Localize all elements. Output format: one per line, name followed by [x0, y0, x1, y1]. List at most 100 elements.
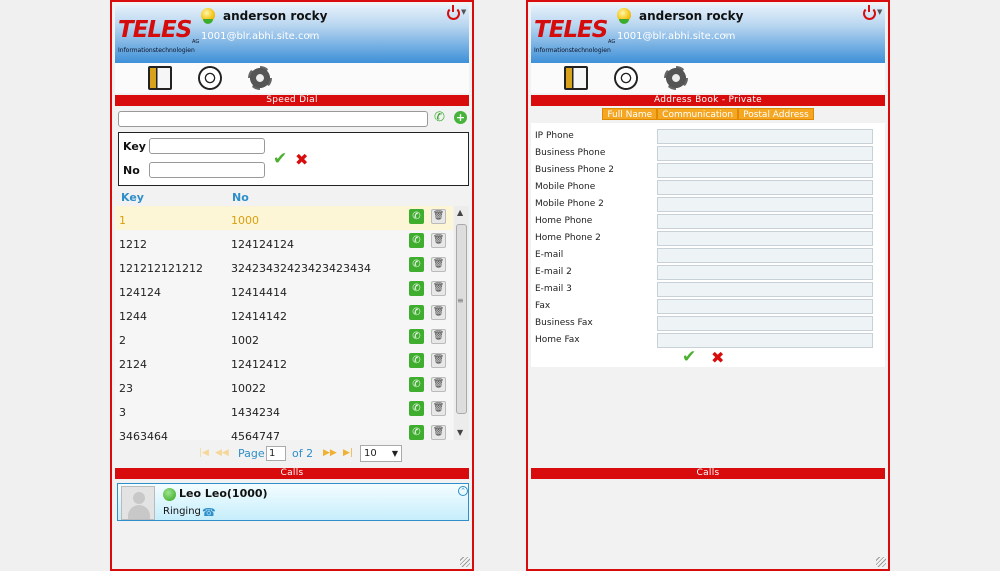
- chevron-down-icon[interactable]: ▼: [724, 32, 729, 40]
- gear-icon[interactable]: [248, 66, 272, 90]
- table-row[interactable]: 23 10022 ✆ 🗑: [115, 374, 453, 398]
- field-input[interactable]: [657, 316, 873, 331]
- checkmark-icon[interactable]: ✔: [682, 349, 696, 366]
- phone-icon[interactable]: ✆: [434, 111, 445, 125]
- column-no[interactable]: No: [232, 191, 249, 204]
- close-icon[interactable]: ✖: [711, 350, 724, 366]
- field-input[interactable]: [657, 129, 873, 144]
- row-number: 1002: [231, 334, 259, 347]
- field-label: E-mail 2: [535, 267, 572, 277]
- next-page-icon[interactable]: ▶▶: [323, 448, 337, 458]
- pagination-bar: |◀ ◀◀ Page 1 of 2 ▶▶ ▶| 10 ▼: [115, 444, 469, 464]
- rotary-dial-icon[interactable]: [614, 66, 638, 90]
- field-input[interactable]: [657, 231, 873, 246]
- field-label: E-mail 3: [535, 284, 572, 294]
- row-key: 2124: [119, 358, 147, 371]
- trash-icon[interactable]: 🗑: [431, 281, 446, 296]
- resize-grip-icon[interactable]: [876, 557, 886, 567]
- table-row[interactable]: 121212121212 32423432423423423434 ✆ 🗑: [115, 254, 453, 278]
- phone-icon[interactable]: ✆: [409, 257, 424, 272]
- prev-page-icon[interactable]: ◀◀: [215, 448, 229, 458]
- ringing-phone-icon[interactable]: ☎: [202, 506, 216, 519]
- address-book-icon[interactable]: [564, 66, 588, 90]
- avatar: [121, 486, 155, 520]
- communication-form: ✔ ✖ IP Phone Business Phone Business Phone…: [531, 123, 885, 367]
- scrollbar-thumb[interactable]: [456, 224, 467, 414]
- address-book-icon[interactable]: [148, 66, 172, 90]
- field-input[interactable]: [657, 180, 873, 195]
- power-menu-chevron-icon[interactable]: ▼: [461, 8, 466, 16]
- table-row[interactable]: 1244 12414142 ✆ 🗑: [115, 302, 453, 326]
- field-input[interactable]: [657, 248, 873, 263]
- user-email[interactable]: 1001@blr.abhi.site.com: [201, 31, 319, 42]
- trash-icon[interactable]: 🗑: [431, 329, 446, 344]
- active-call-card[interactable]: Leo Leo(1000) Ringing ☎ ⌃: [117, 483, 469, 521]
- key-input[interactable]: [149, 138, 265, 154]
- table-row[interactable]: 2124 12412412 ✆ 🗑: [115, 350, 453, 374]
- trash-icon[interactable]: 🗑: [431, 257, 446, 272]
- field-input[interactable]: [657, 282, 873, 297]
- phone-icon[interactable]: ✆: [409, 353, 424, 368]
- phone-icon[interactable]: ✆: [409, 209, 424, 224]
- field-input[interactable]: [657, 163, 873, 178]
- phone-icon[interactable]: ✆: [409, 425, 424, 440]
- table-row[interactable]: 3463464 4564747 ✆ 🗑: [115, 422, 453, 440]
- tab-postal-address[interactable]: Postal Address: [738, 108, 814, 120]
- field-input[interactable]: [657, 197, 873, 212]
- trash-icon[interactable]: 🗑: [431, 209, 446, 224]
- table-row[interactable]: 2 1002 ✆ 🗑: [115, 326, 453, 350]
- logo-suffix: AG: [608, 39, 616, 45]
- phone-icon[interactable]: ✆: [409, 281, 424, 296]
- row-key: 1: [119, 214, 126, 227]
- phone-icon[interactable]: ✆: [409, 401, 424, 416]
- field-input[interactable]: [657, 333, 873, 348]
- scroll-up-icon[interactable]: ▲: [457, 208, 463, 217]
- number-input[interactable]: [149, 162, 265, 178]
- gear-icon[interactable]: [664, 66, 688, 90]
- phone-icon[interactable]: ✆: [409, 329, 424, 344]
- plus-icon[interactable]: +: [454, 111, 467, 124]
- chevron-down-icon[interactable]: ▼: [308, 32, 313, 40]
- field-input[interactable]: [657, 214, 873, 229]
- tab-full-name[interactable]: Full Name: [602, 108, 658, 120]
- power-icon-bar: [452, 5, 454, 12]
- field-input[interactable]: [657, 146, 873, 161]
- table-row[interactable]: 3 1434234 ✆ 🗑: [115, 398, 453, 422]
- logo-subtitle: Informationstechnologien: [118, 47, 195, 54]
- table-row[interactable]: 124124 12414414 ✆ 🗑: [115, 278, 453, 302]
- speed-dial-list-header: Key No: [115, 191, 469, 205]
- table-row[interactable]: 1212 124124124 ✆ 🗑: [115, 230, 453, 254]
- page-number-input[interactable]: 1: [266, 446, 286, 461]
- power-menu-chevron-icon[interactable]: ▼: [877, 8, 882, 16]
- speed-dial-search-input[interactable]: [118, 111, 428, 127]
- phone-icon[interactable]: ✆: [409, 233, 424, 248]
- tab-communication[interactable]: Communication: [657, 108, 739, 120]
- trash-icon[interactable]: 🗑: [431, 353, 446, 368]
- close-icon[interactable]: ✖: [295, 152, 308, 168]
- list-scrollbar[interactable]: ▲ ≡ ▼: [454, 206, 469, 440]
- phone-icon[interactable]: ✆: [409, 305, 424, 320]
- page-size-select[interactable]: 10 ▼: [360, 445, 402, 462]
- row-key: 1244: [119, 310, 147, 323]
- field-label: Mobile Phone 2: [535, 199, 604, 209]
- row-key: 2: [119, 334, 126, 347]
- trash-icon[interactable]: 🗑: [431, 305, 446, 320]
- field-input[interactable]: [657, 299, 873, 314]
- scroll-down-icon[interactable]: ▼: [457, 428, 463, 437]
- first-page-icon[interactable]: |◀: [199, 448, 209, 458]
- resize-grip-icon[interactable]: [460, 557, 470, 567]
- field-input[interactable]: [657, 265, 873, 280]
- column-key[interactable]: Key: [121, 191, 144, 204]
- field-label: Home Phone: [535, 216, 593, 226]
- phone-icon[interactable]: ✆: [409, 377, 424, 392]
- trash-icon[interactable]: 🗑: [431, 377, 446, 392]
- last-page-icon[interactable]: ▶|: [343, 448, 353, 458]
- table-row[interactable]: 1 1000 ✆ 🗑: [115, 206, 453, 230]
- checkmark-icon[interactable]: ✔: [273, 151, 287, 168]
- rotary-dial-icon[interactable]: [198, 66, 222, 90]
- trash-icon[interactable]: 🗑: [431, 233, 446, 248]
- user-email[interactable]: 1001@blr.abhi.site.com: [617, 31, 735, 42]
- trash-icon[interactable]: 🗑: [431, 425, 446, 440]
- trash-icon[interactable]: 🗑: [431, 401, 446, 416]
- collapse-icon[interactable]: ⌃: [458, 486, 468, 496]
